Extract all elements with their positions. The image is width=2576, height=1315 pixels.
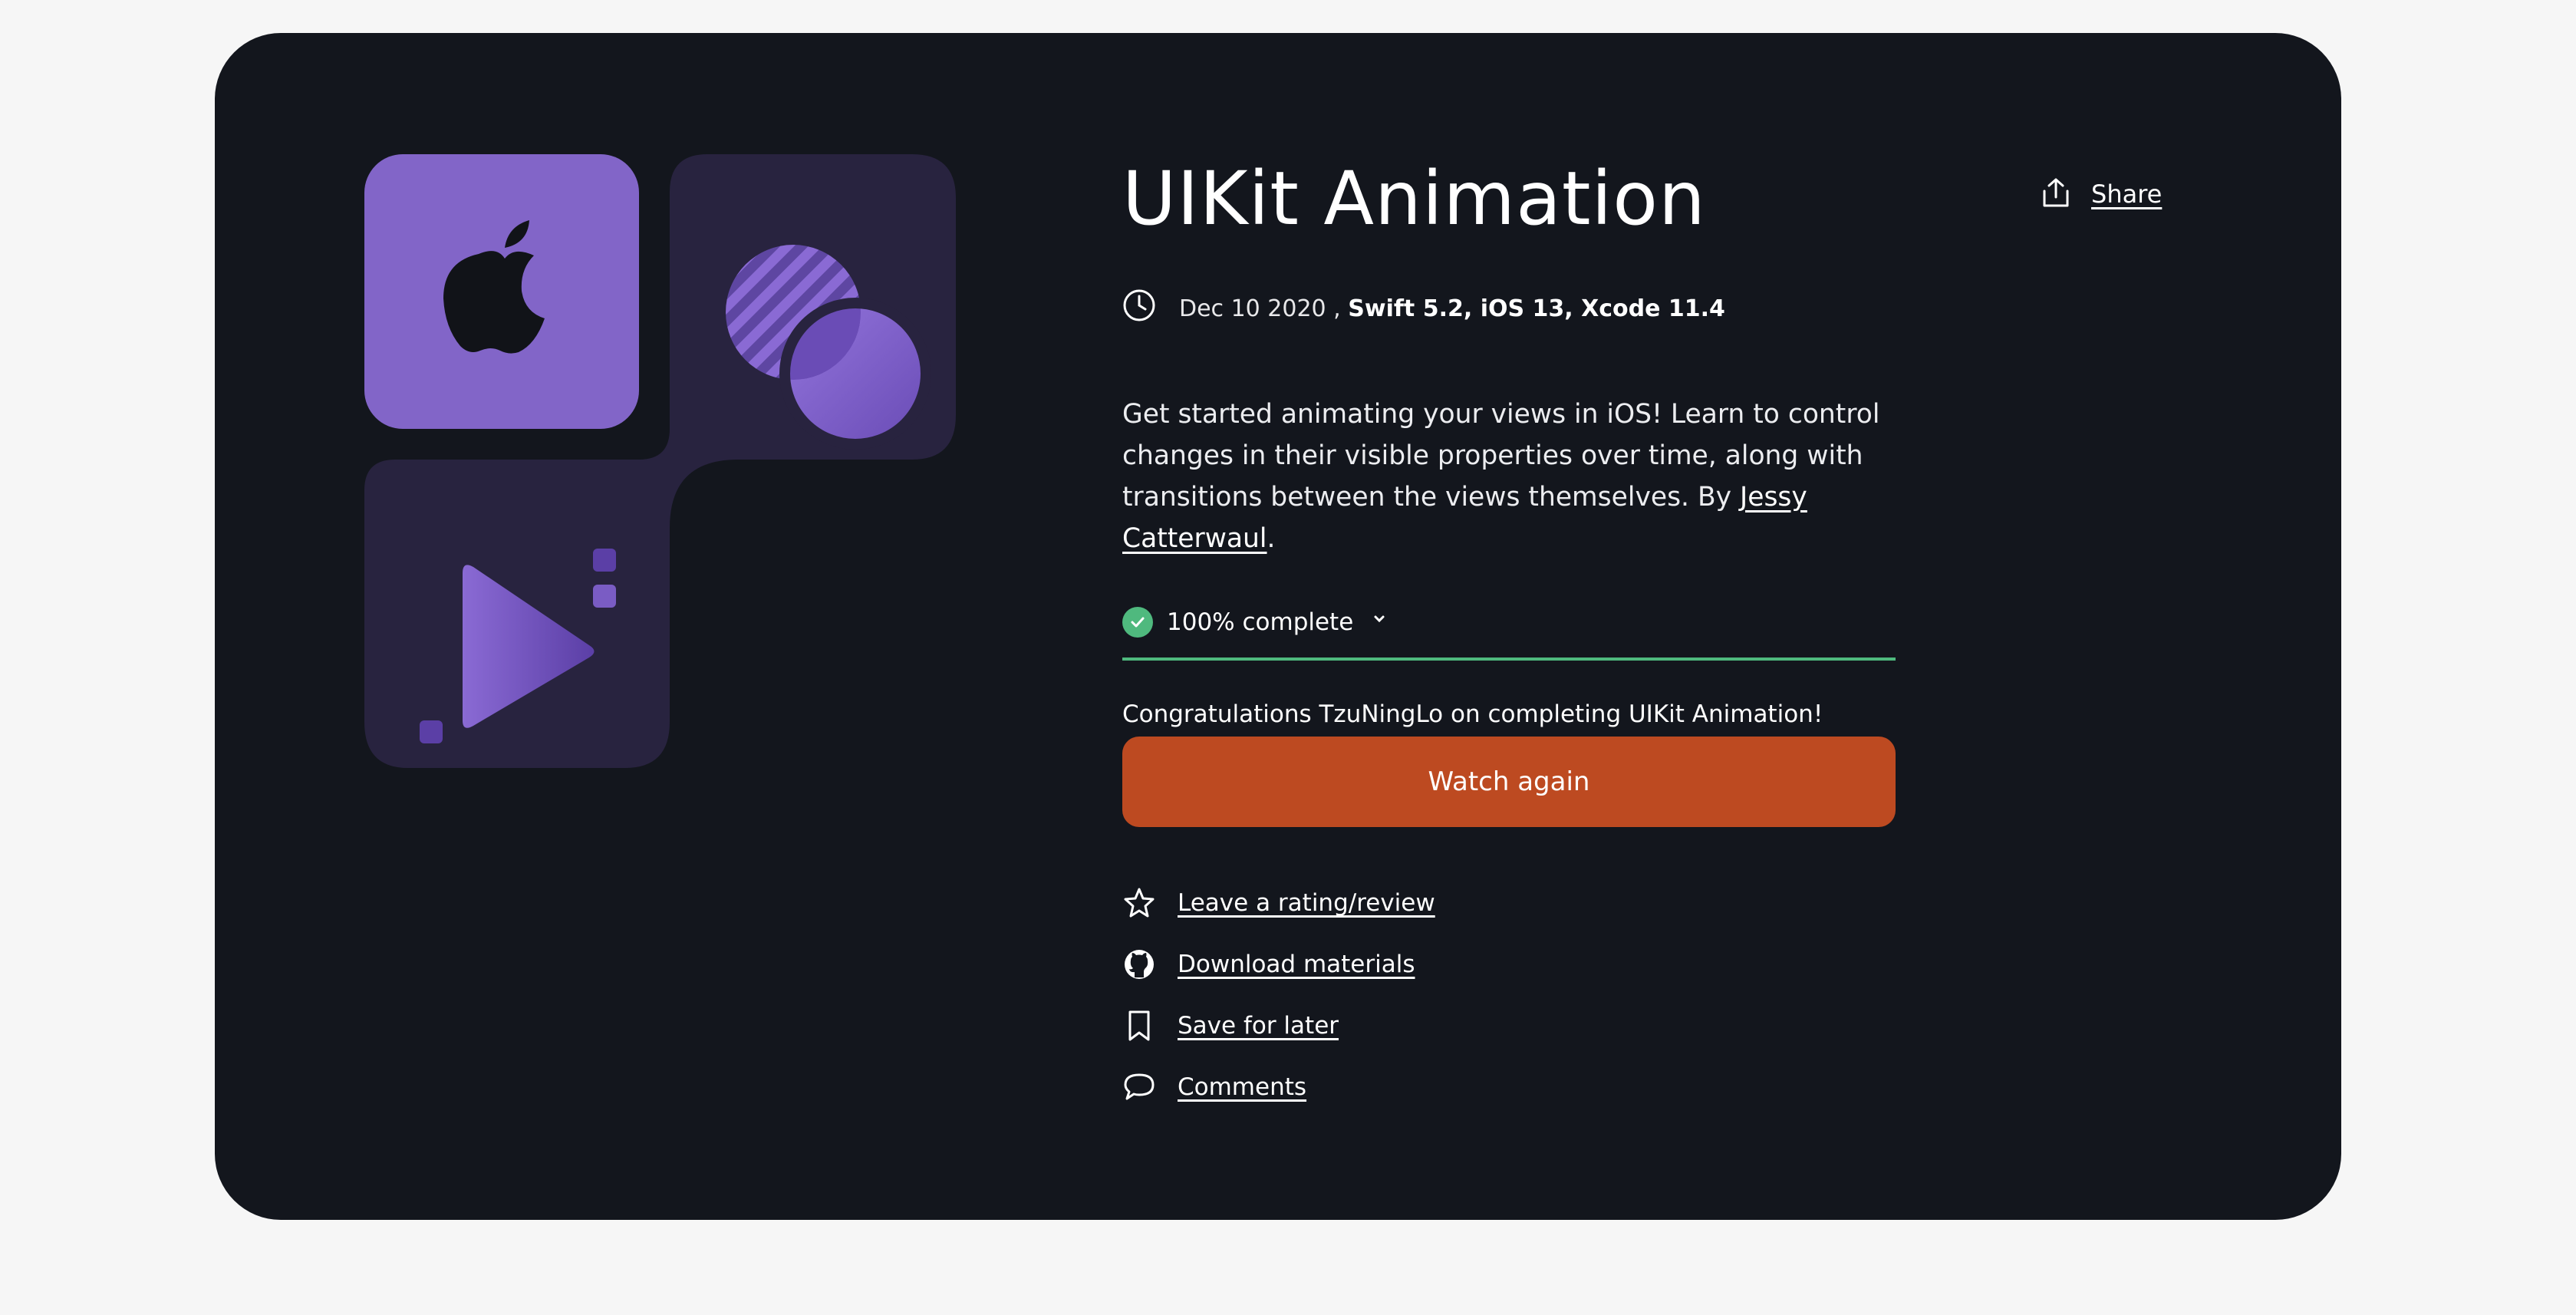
share-button[interactable]: Share [2041, 177, 2162, 211]
watch-again-button[interactable]: Watch again [1122, 737, 1896, 827]
action-label: Save for later [1178, 1012, 1339, 1040]
course-tech: Swift 5.2, iOS 13, Xcode 11.4 [1348, 295, 1725, 322]
course-date: Dec 10 2020 , [1179, 295, 1341, 322]
chevron-down-icon [1372, 611, 1387, 630]
share-label: Share [2091, 180, 2163, 209]
course-artwork-illustration [364, 154, 956, 768]
save-for-later-link[interactable]: Save for later [1122, 1009, 1435, 1043]
course-actions: Leave a rating/review Download materials… [1122, 886, 1435, 1132]
completion-message: Congratulations TzuNingLo on completing … [1122, 700, 1823, 728]
clock-icon [1122, 288, 1156, 328]
checkmark-icon [1122, 607, 1153, 638]
share-icon [2041, 177, 2071, 211]
progress-dropdown[interactable]: 100% complete [1122, 607, 1896, 661]
github-icon [1122, 948, 1156, 981]
course-title: UIKit Animation [1122, 156, 1706, 242]
course-header-card: UIKit Animation Share Dec 10 2020 , Swif… [215, 33, 2341, 1220]
action-label: Download materials [1178, 951, 1415, 978]
bookmark-icon [1122, 1009, 1156, 1043]
action-label: Leave a rating/review [1178, 889, 1435, 917]
star-icon [1122, 886, 1156, 920]
action-label: Comments [1178, 1073, 1307, 1101]
comment-icon [1122, 1070, 1156, 1104]
course-meta: Dec 10 2020 , Swift 5.2, iOS 13, Xcode 1… [1122, 288, 1725, 328]
progress-label: 100% complete [1167, 608, 1354, 636]
download-materials-link[interactable]: Download materials [1122, 948, 1435, 981]
course-description: Get started animating your views in iOS!… [1122, 399, 1880, 554]
leave-rating-link[interactable]: Leave a rating/review [1122, 886, 1435, 920]
comments-link[interactable]: Comments [1122, 1070, 1435, 1104]
